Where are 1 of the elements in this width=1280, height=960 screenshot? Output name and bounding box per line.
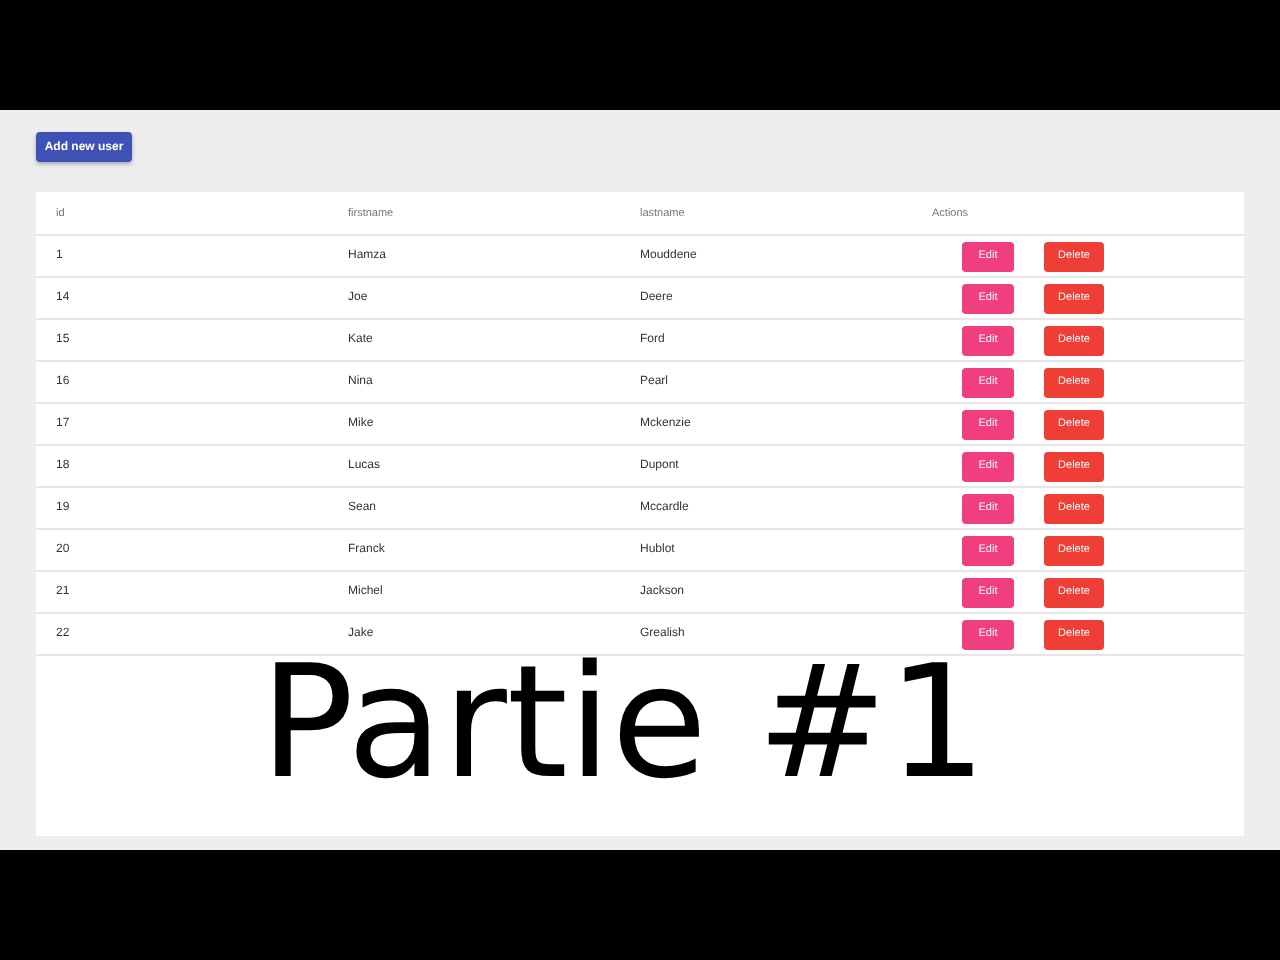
overlay-title: Partie #1 [260, 660, 987, 788]
